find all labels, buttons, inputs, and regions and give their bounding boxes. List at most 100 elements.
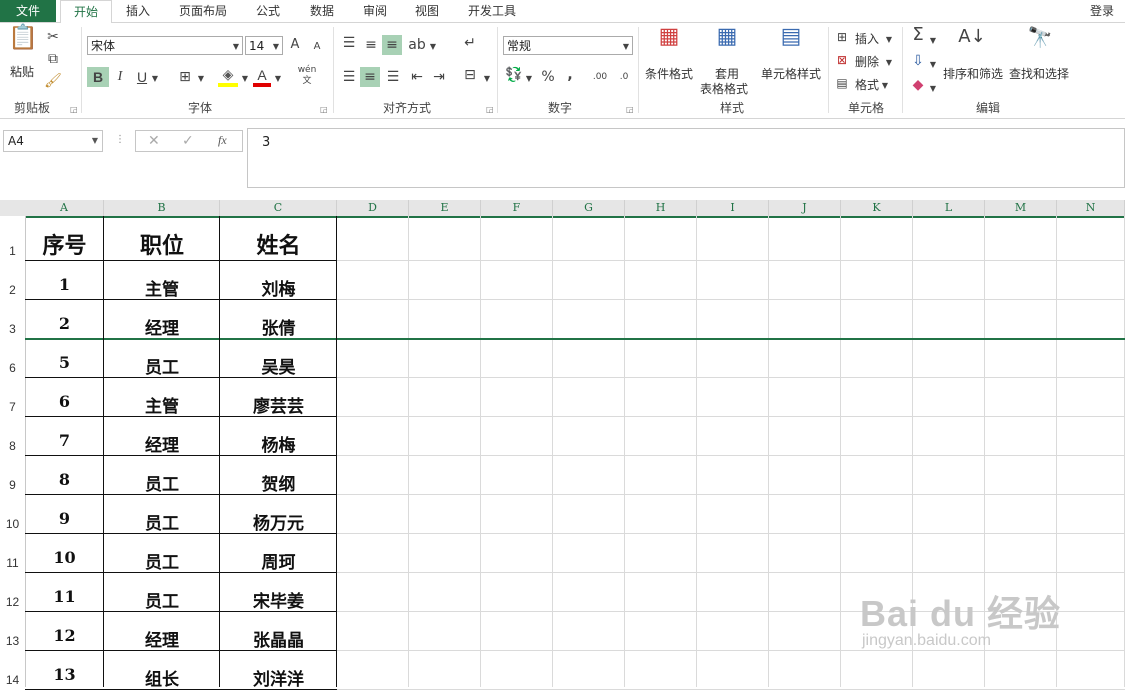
align-left-icon[interactable]: ☰: [340, 69, 358, 85]
tab-data[interactable]: 数据: [302, 0, 342, 22]
row-header[interactable]: 1: [0, 244, 25, 258]
table-cell[interactable]: 员工: [104, 353, 220, 378]
format-as-table-line2[interactable]: 表格格式: [698, 80, 750, 97]
table-cell[interactable]: 杨梅: [220, 431, 337, 456]
table-cell[interactable]: 5: [25, 353, 104, 372]
table-cell[interactable]: 9: [25, 509, 104, 528]
paste-button[interactable]: 粘贴: [6, 63, 38, 80]
accounting-format-icon[interactable]: 💱: [504, 67, 524, 83]
comma-button[interactable]: ,: [564, 67, 576, 83]
table-cell[interactable]: 主管: [104, 392, 220, 417]
fill-color-icon[interactable]: ◈: [218, 67, 238, 87]
column-header-g[interactable]: G: [553, 200, 625, 216]
table-cell[interactable]: 刘洋洋: [220, 665, 337, 690]
insert-cells-icon[interactable]: ⊞: [834, 29, 850, 45]
percent-button[interactable]: %: [540, 69, 556, 85]
tab-formulas[interactable]: 公式: [248, 0, 288, 22]
column-header-m[interactable]: M: [985, 200, 1057, 216]
tab-home[interactable]: 开始: [60, 0, 112, 24]
align-middle-icon[interactable]: ≡: [362, 37, 380, 53]
column-header-j[interactable]: J: [769, 200, 841, 216]
row-header[interactable]: 2: [0, 283, 25, 297]
cut-icon[interactable]: ✂: [44, 29, 62, 45]
row-header[interactable]: 10: [0, 517, 25, 531]
format-as-table-icon[interactable]: ▦: [712, 26, 742, 59]
table-cell[interactable]: 员工: [104, 509, 220, 534]
column-header-k[interactable]: K: [841, 200, 913, 216]
number-launcher-icon[interactable]: ◲: [626, 105, 634, 114]
format-button[interactable]: 格式: [853, 76, 881, 93]
column-header-h[interactable]: H: [625, 200, 697, 216]
enter-icon[interactable]: ✓: [182, 133, 194, 149]
table-cell[interactable]: 6: [25, 392, 104, 411]
tab-view[interactable]: 视图: [407, 0, 447, 22]
chevron-down-icon[interactable]: ▼: [273, 71, 283, 87]
tab-developer[interactable]: 开发工具: [460, 0, 524, 22]
copy-icon[interactable]: ⧉: [44, 51, 62, 67]
column-header-l[interactable]: L: [913, 200, 985, 216]
phonetic-guide-icon[interactable]: wén 文: [296, 65, 318, 87]
align-bottom-icon[interactable]: ≡: [382, 35, 402, 55]
chevron-down-icon[interactable]: ▼: [928, 57, 938, 73]
align-center-icon[interactable]: ≡: [360, 67, 380, 87]
table-cell[interactable]: 7: [25, 431, 104, 450]
merge-center-icon[interactable]: ⊟: [460, 67, 480, 83]
table-cell[interactable]: 张晶晶: [220, 626, 337, 651]
chevron-down-icon[interactable]: ▼: [884, 32, 894, 48]
table-cell[interactable]: 员工: [104, 587, 220, 612]
tab-file[interactable]: 文件: [0, 0, 56, 22]
shrink-font-icon[interactable]: A: [310, 39, 324, 55]
table-cell[interactable]: 主管: [104, 275, 220, 300]
column-header-n[interactable]: N: [1057, 200, 1125, 216]
row-header[interactable]: 8: [0, 439, 25, 453]
row-header[interactable]: 13: [0, 634, 25, 648]
table-cell[interactable]: 张倩: [220, 314, 337, 339]
table-cell[interactable]: 员工: [104, 470, 220, 495]
row-header[interactable]: 11: [0, 556, 25, 570]
row-header[interactable]: 12: [0, 595, 25, 609]
table-cell[interactable]: 经理: [104, 431, 220, 456]
align-top-icon[interactable]: ☰: [340, 35, 358, 51]
underline-button[interactable]: U: [134, 69, 150, 85]
increase-indent-icon[interactable]: ⇥: [430, 69, 448, 85]
formula-input[interactable]: 3: [247, 128, 1125, 188]
clear-icon[interactable]: ◆: [908, 77, 928, 93]
cancel-icon[interactable]: ✕: [148, 133, 160, 149]
delete-button[interactable]: 删除: [853, 53, 881, 70]
chevron-down-icon[interactable]: ▼: [524, 71, 534, 87]
column-header-b[interactable]: B: [104, 200, 220, 216]
table-header-cell[interactable]: 姓名: [220, 228, 337, 260]
cell-styles-button[interactable]: 单元格样式: [760, 65, 822, 82]
alignment-launcher-icon[interactable]: ◲: [486, 105, 494, 114]
table-cell[interactable]: 经理: [104, 314, 220, 339]
conditional-formatting-icon[interactable]: ▦: [654, 26, 684, 59]
table-cell[interactable]: 13: [25, 665, 104, 684]
find-select-button[interactable]: 查找和选择: [1008, 65, 1070, 82]
chevron-down-icon[interactable]: ▼: [240, 71, 250, 87]
table-cell[interactable]: 10: [25, 548, 104, 567]
column-header-i[interactable]: I: [697, 200, 769, 216]
clipboard-launcher-icon[interactable]: ◲: [70, 105, 78, 114]
insert-function-icon[interactable]: fx: [218, 133, 227, 148]
table-cell[interactable]: 贺纲: [220, 470, 337, 495]
tab-review[interactable]: 审阅: [355, 0, 395, 22]
row-header[interactable]: 9: [0, 478, 25, 492]
table-cell[interactable]: 1: [25, 275, 104, 294]
row-header[interactable]: 3: [0, 322, 25, 336]
paste-icon[interactable]: 📋: [8, 25, 38, 59]
table-cell[interactable]: 吴昊: [220, 353, 337, 378]
column-header-c[interactable]: C: [220, 200, 337, 216]
chevron-down-icon[interactable]: ▼: [482, 71, 492, 87]
decrease-decimal-icon[interactable]: .0: [614, 69, 634, 85]
table-cell[interactable]: 11: [25, 587, 104, 606]
bold-button[interactable]: B: [87, 67, 109, 87]
table-cell[interactable]: 组长: [104, 665, 220, 690]
chevron-down-icon[interactable]: ▼: [196, 71, 206, 87]
borders-icon[interactable]: ⊞: [176, 69, 194, 85]
decrease-indent-icon[interactable]: ⇤: [408, 69, 426, 85]
cell-styles-icon[interactable]: ▤: [776, 26, 806, 59]
table-cell[interactable]: 廖芸芸: [220, 392, 337, 417]
chevron-down-icon[interactable]: ▼: [884, 55, 894, 71]
select-all-corner[interactable]: [0, 200, 25, 216]
delete-cells-icon[interactable]: ⊠: [834, 52, 850, 68]
